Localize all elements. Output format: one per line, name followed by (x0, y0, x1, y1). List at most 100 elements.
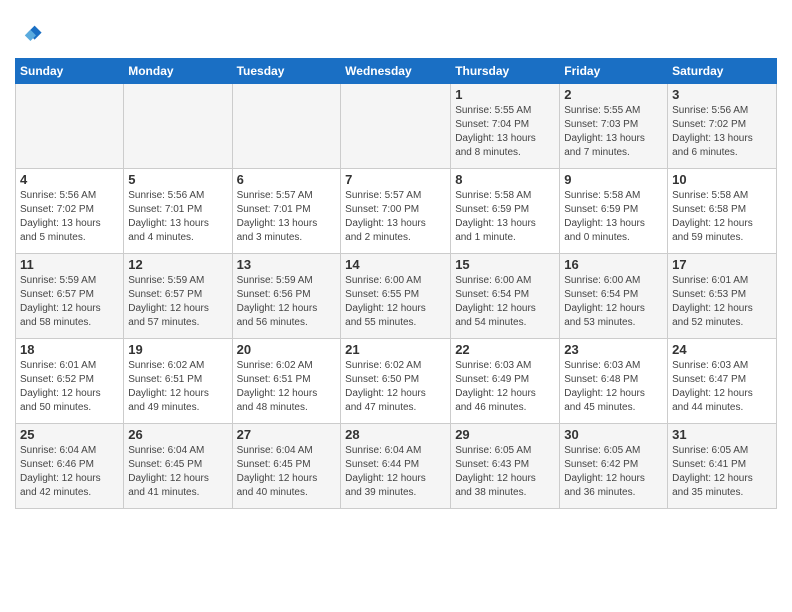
calendar-cell: 31 Sunrise: 6:05 AM Sunset: 6:41 PM Dayli… (668, 424, 777, 509)
calendar-week-row: 4 Sunrise: 5:56 AM Sunset: 7:02 PM Daylig… (16, 169, 777, 254)
day-number: 26 (128, 427, 227, 442)
day-number: 13 (237, 257, 337, 272)
calendar-cell: 3Sunrise: 5:56 AM Sunset: 7:02 PM Daylig… (668, 84, 777, 169)
day-number: 16 (564, 257, 663, 272)
day-detail: Sunrise: 5:59 AM Sunset: 6:57 PM Dayligh… (20, 274, 119, 330)
calendar-table: SundayMondayTuesdayWednesdayThursdayFrid… (15, 58, 777, 509)
day-number: 5 (128, 172, 227, 187)
day-detail: Sunrise: 6:05 AM Sunset: 6:41 PM Dayligh… (672, 444, 772, 500)
day-detail: Sunrise: 6:03 AM Sunset: 6:48 PM Dayligh… (564, 359, 663, 415)
day-detail: Sunrise: 6:02 AM Sunset: 6:51 PM Dayligh… (128, 359, 227, 415)
day-detail: Sunrise: 5:57 AM Sunset: 7:01 PM Dayligh… (237, 189, 337, 245)
day-detail: Sunrise: 5:58 AM Sunset: 6:59 PM Dayligh… (455, 189, 555, 245)
day-detail: Sunrise: 6:02 AM Sunset: 6:50 PM Dayligh… (345, 359, 446, 415)
day-detail: Sunrise: 5:56 AM Sunset: 7:02 PM Dayligh… (20, 189, 119, 245)
calendar-cell: 8 Sunrise: 5:58 AM Sunset: 6:59 PM Daylig… (451, 169, 560, 254)
day-number: 30 (564, 427, 663, 442)
calendar-week-row: 25 Sunrise: 6:04 AM Sunset: 6:46 PM Dayli… (16, 424, 777, 509)
page-header (15, 15, 777, 48)
calendar-week-row: 1 Sunrise: 5:55 AM Sunset: 7:04 PM Daylig… (16, 84, 777, 169)
logo-icon (15, 20, 43, 48)
day-number: 2 (564, 87, 663, 102)
calendar-cell: 15 Sunrise: 6:00 AM Sunset: 6:54 PM Dayli… (451, 254, 560, 339)
calendar-cell: 2 Sunrise: 5:55 AM Sunset: 7:03 PM Daylig… (560, 84, 668, 169)
day-number: 25 (20, 427, 119, 442)
calendar-cell (232, 84, 341, 169)
day-detail: Sunrise: 5:55 AM Sunset: 7:03 PM Dayligh… (564, 104, 663, 160)
calendar-cell: 23 Sunrise: 6:03 AM Sunset: 6:48 PM Dayli… (560, 339, 668, 424)
day-number: 15 (455, 257, 555, 272)
day-number: 6 (237, 172, 337, 187)
day-detail: Sunrise: 6:01 AM Sunset: 6:53 PM Dayligh… (672, 274, 772, 330)
day-number: 1 (455, 87, 555, 102)
calendar-cell: 14 Sunrise: 6:00 AM Sunset: 6:55 PM Dayli… (341, 254, 451, 339)
day-detail: Sunrise: 6:04 AM Sunset: 6:44 PM Dayligh… (345, 444, 446, 500)
calendar-cell: 26 Sunrise: 6:04 AM Sunset: 6:45 PM Dayli… (124, 424, 232, 509)
calendar-cell: 28 Sunrise: 6:04 AM Sunset: 6:44 PM Dayli… (341, 424, 451, 509)
weekday-header: Tuesday (232, 59, 341, 84)
weekday-header: Sunday (16, 59, 124, 84)
calendar-cell: 18 Sunrise: 6:01 AM Sunset: 6:52 PM Dayli… (16, 339, 124, 424)
calendar-cell: 30Sunrise: 6:05 AM Sunset: 6:42 PM Dayli… (560, 424, 668, 509)
day-number: 19 (128, 342, 227, 357)
day-detail: Sunrise: 6:00 AM Sunset: 6:54 PM Dayligh… (455, 274, 555, 330)
calendar-cell: 13 Sunrise: 5:59 AM Sunset: 6:56 PM Dayli… (232, 254, 341, 339)
day-number: 21 (345, 342, 446, 357)
weekday-header: Thursday (451, 59, 560, 84)
calendar-cell (16, 84, 124, 169)
day-number: 29 (455, 427, 555, 442)
logo (15, 20, 47, 48)
calendar-cell: 5Sunrise: 5:56 AM Sunset: 7:01 PM Daylig… (124, 169, 232, 254)
day-detail: Sunrise: 6:04 AM Sunset: 6:45 PM Dayligh… (237, 444, 337, 500)
calendar-cell (124, 84, 232, 169)
day-detail: Sunrise: 5:56 AM Sunset: 7:02 PM Dayligh… (672, 104, 772, 160)
calendar-cell: 17 Sunrise: 6:01 AM Sunset: 6:53 PM Dayli… (668, 254, 777, 339)
day-number: 12 (128, 257, 227, 272)
day-number: 11 (20, 257, 119, 272)
day-number: 8 (455, 172, 555, 187)
day-detail: Sunrise: 5:59 AM Sunset: 6:56 PM Dayligh… (237, 274, 337, 330)
day-number: 7 (345, 172, 446, 187)
weekday-header: Wednesday (341, 59, 451, 84)
day-number: 24 (672, 342, 772, 357)
day-number: 17 (672, 257, 772, 272)
day-detail: Sunrise: 6:02 AM Sunset: 6:51 PM Dayligh… (237, 359, 337, 415)
day-number: 10 (672, 172, 772, 187)
calendar-cell: 21 Sunrise: 6:02 AM Sunset: 6:50 PM Dayli… (341, 339, 451, 424)
day-number: 20 (237, 342, 337, 357)
calendar-cell: 27 Sunrise: 6:04 AM Sunset: 6:45 PM Dayli… (232, 424, 341, 509)
day-number: 31 (672, 427, 772, 442)
day-number: 28 (345, 427, 446, 442)
weekday-header-row: SundayMondayTuesdayWednesdayThursdayFrid… (16, 59, 777, 84)
day-number: 27 (237, 427, 337, 442)
day-detail: Sunrise: 5:58 AM Sunset: 6:58 PM Dayligh… (672, 189, 772, 245)
day-detail: Sunrise: 6:03 AM Sunset: 6:49 PM Dayligh… (455, 359, 555, 415)
day-number: 14 (345, 257, 446, 272)
day-number: 9 (564, 172, 663, 187)
day-number: 4 (20, 172, 119, 187)
calendar-week-row: 18 Sunrise: 6:01 AM Sunset: 6:52 PM Dayli… (16, 339, 777, 424)
day-detail: Sunrise: 6:04 AM Sunset: 6:46 PM Dayligh… (20, 444, 119, 500)
day-number: 18 (20, 342, 119, 357)
calendar-cell: 10 Sunrise: 5:58 AM Sunset: 6:58 PM Dayli… (668, 169, 777, 254)
day-detail: Sunrise: 5:55 AM Sunset: 7:04 PM Dayligh… (455, 104, 555, 160)
calendar-cell: 25 Sunrise: 6:04 AM Sunset: 6:46 PM Dayli… (16, 424, 124, 509)
calendar-cell: 19 Sunrise: 6:02 AM Sunset: 6:51 PM Dayli… (124, 339, 232, 424)
calendar-cell: 20 Sunrise: 6:02 AM Sunset: 6:51 PM Dayli… (232, 339, 341, 424)
weekday-header: Friday (560, 59, 668, 84)
calendar-cell: 12 Sunrise: 5:59 AM Sunset: 6:57 PM Dayli… (124, 254, 232, 339)
weekday-header: Monday (124, 59, 232, 84)
day-detail: Sunrise: 6:04 AM Sunset: 6:45 PM Dayligh… (128, 444, 227, 500)
day-detail: Sunrise: 6:00 AM Sunset: 6:55 PM Dayligh… (345, 274, 446, 330)
day-detail: Sunrise: 5:57 AM Sunset: 7:00 PM Dayligh… (345, 189, 446, 245)
calendar-cell (341, 84, 451, 169)
day-detail: Sunrise: 5:58 AM Sunset: 6:59 PM Dayligh… (564, 189, 663, 245)
calendar-cell: 4 Sunrise: 5:56 AM Sunset: 7:02 PM Daylig… (16, 169, 124, 254)
day-detail: Sunrise: 6:01 AM Sunset: 6:52 PM Dayligh… (20, 359, 119, 415)
day-detail: Sunrise: 6:00 AM Sunset: 6:54 PM Dayligh… (564, 274, 663, 330)
weekday-header: Saturday (668, 59, 777, 84)
calendar-week-row: 11 Sunrise: 5:59 AM Sunset: 6:57 PM Dayli… (16, 254, 777, 339)
day-number: 23 (564, 342, 663, 357)
day-detail: Sunrise: 5:59 AM Sunset: 6:57 PM Dayligh… (128, 274, 227, 330)
calendar-cell: 6 Sunrise: 5:57 AM Sunset: 7:01 PM Daylig… (232, 169, 341, 254)
